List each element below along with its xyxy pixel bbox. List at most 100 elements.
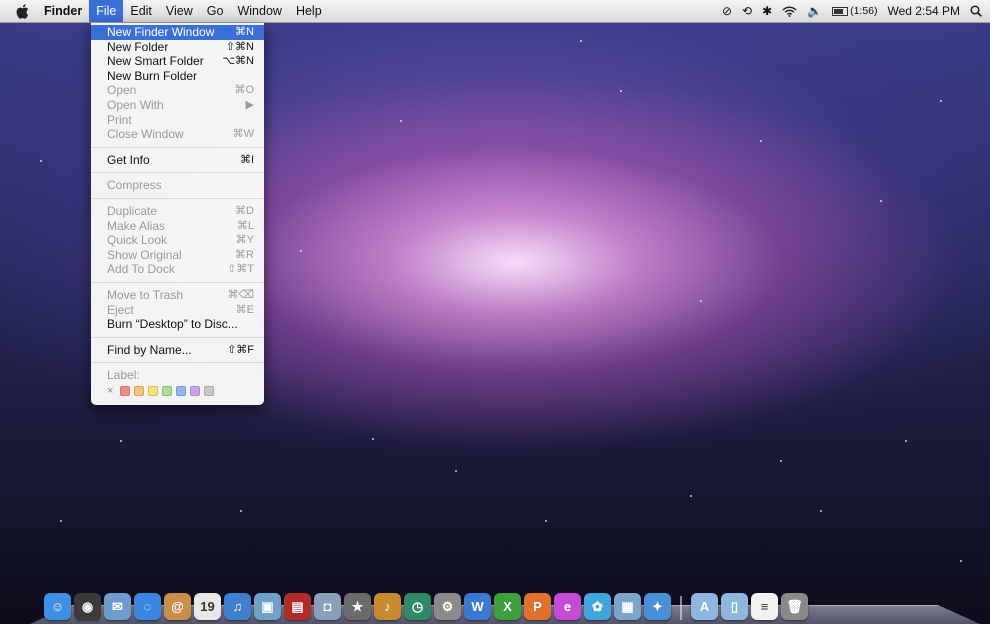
battery-icon (832, 6, 849, 16)
menu-item-shortcut: ⌘L (236, 219, 254, 232)
ical-icon[interactable]: 19 (194, 593, 221, 620)
menu-separator (91, 362, 264, 364)
menu-item-label: Get Info (107, 152, 150, 167)
menu-item-new-finder-window[interactable]: New Finder Window ⌘N (91, 25, 264, 40)
menu-item-label: Eject (107, 302, 134, 317)
clock-sync-icon[interactable]: ⊘ (722, 4, 732, 18)
label-swatch-blue[interactable] (176, 385, 187, 396)
menu-item-shortcut: ⌘E (235, 303, 254, 316)
ichat-icon[interactable]: ◌ (134, 593, 161, 620)
app-menu-finder[interactable]: Finder (40, 0, 89, 22)
documents-folder-icon[interactable]: ▯ (721, 593, 748, 620)
menu-item-label: Label: (107, 368, 140, 383)
menu-item-label: New Folder (107, 39, 169, 54)
menu-separator (91, 336, 264, 338)
menu-item-label: Add To Dock (107, 262, 175, 277)
time-machine-icon[interactable]: ⟲ (742, 4, 752, 18)
menu-window[interactable]: Window (230, 0, 288, 22)
menu-item-new-smart-folder[interactable]: New Smart Folder ⌥⌘N (91, 54, 264, 69)
menu-help[interactable]: Help (289, 0, 329, 22)
menu-item-shortcut: ⌘I (239, 153, 254, 166)
powerpoint-icon[interactable]: P (524, 593, 551, 620)
menu-item-add-to-dock: Add To Dock ⇧⌘T (91, 262, 264, 277)
label-swatch-orange[interactable] (134, 385, 145, 396)
menu-item-compress: Compress (91, 178, 264, 193)
menu-item-label: Close Window (107, 127, 184, 142)
menu-item-shortcut: ⇧⌘T (227, 263, 254, 276)
applications-folder-icon[interactable]: A (691, 593, 718, 620)
time-machine-icon[interactable]: ◷ (404, 593, 431, 620)
menu-item-shortcut: ⌘R (235, 248, 254, 261)
iphoto-icon[interactable]: ▣ (254, 593, 281, 620)
dock: ☺ ◉ ✉ ◌ @19 ♫ ▣ ▤ ◘ ★ ♪ ◷ ⚙ W X Pe ✿ ▦ ✦ A ▯ ≡ 🗑 (44, 593, 808, 620)
menu-item-close-window: Close Window ⌘W (91, 127, 264, 142)
trash-icon[interactable]: 🗑 (781, 593, 808, 620)
spotlight-search-icon[interactable] (970, 5, 982, 17)
menu-item-find-by-name[interactable]: Find by Name... ⇧⌘F (91, 343, 264, 358)
menu-item-label: Show Original (107, 247, 182, 262)
menu-item-shortcut: ⌘O (234, 84, 254, 97)
label-swatch-purple[interactable] (190, 385, 201, 396)
volume-icon[interactable]: 🔈 (807, 4, 822, 18)
menu-item-quick-look: Quick Look ⌘Y (91, 233, 264, 248)
mail-icon[interactable]: ✉ (104, 593, 131, 620)
menu-item-label: Print (107, 112, 132, 127)
menu-item-label: Move to Trash (107, 287, 184, 302)
file-menu-dropdown: New Finder Window ⌘N New Folder ⇧⌘N New Sm… (91, 23, 264, 405)
label-swatch-red[interactable] (120, 385, 131, 396)
menubar-clock[interactable]: Wed 2:54 PM (888, 4, 960, 18)
label-swatch-yellow[interactable] (148, 385, 159, 396)
bluetooth-icon[interactable]: ✱ (762, 4, 772, 18)
imovie-icon[interactable]: ★ (344, 593, 371, 620)
menu-separator (91, 281, 264, 283)
menu-file[interactable]: File (89, 0, 124, 22)
menu-item-get-info[interactable]: Get Info ⌘I (91, 153, 264, 168)
menu-item-new-burn-folder[interactable]: New Burn Folder (91, 69, 264, 84)
menu-item-open: Open ⌘O (91, 83, 264, 98)
word-icon[interactable]: W (464, 593, 491, 620)
finder-icon[interactable]: ☺ (44, 593, 71, 620)
system-preferences-icon[interactable]: ⚙ (434, 593, 461, 620)
docx-file-icon[interactable]: ≡ (751, 593, 778, 620)
menu-item-label: Compress (107, 178, 162, 193)
image-capture-icon[interactable]: ◘ (314, 593, 341, 620)
menu-item-shortcut: ⌘Y (235, 234, 254, 247)
menu-separator (91, 146, 264, 148)
apple-menu-icon[interactable] (14, 3, 30, 19)
label-swatch-gray[interactable] (204, 385, 215, 396)
menu-item-new-folder[interactable]: New Folder ⇧⌘N (91, 40, 264, 55)
battery-time: (1:56) (850, 5, 878, 17)
menu-item-label: Open (107, 83, 137, 98)
project-gallery-icon[interactable]: ▦ (614, 593, 641, 620)
menu-item-burn-desktop[interactable]: Burn “Desktop” to Disc... (91, 317, 264, 332)
menu-item-make-alias: Make Alias ⌘L (91, 219, 264, 234)
battery-indicator[interactable]: (1:56) (832, 5, 878, 17)
label-swatch-green[interactable] (162, 385, 173, 396)
address-book-icon[interactable]: @ (164, 593, 191, 620)
label-color-picker: × (91, 383, 264, 399)
menu-item-label: Open With (107, 97, 164, 112)
menu-item-shortcut: ⌥⌘N (222, 55, 254, 68)
messenger-icon[interactable]: ✿ (584, 593, 611, 620)
menu-item-print: Print (91, 113, 264, 128)
menu-item-duplicate: Duplicate ⌘D (91, 204, 264, 219)
menu-item-label: Find by Name... (107, 342, 192, 357)
menu-item-label: Make Alias (107, 218, 166, 233)
submenu-arrow-icon: ▶ (245, 98, 254, 111)
dashboard-icon[interactable]: ◉ (74, 593, 101, 620)
label-none-icon[interactable]: × (107, 385, 113, 397)
garageband-icon[interactable]: ♪ (374, 593, 401, 620)
menu-item-label: Duplicate (107, 203, 158, 218)
itunes-icon[interactable]: ♫ (224, 593, 251, 620)
entourage-icon[interactable]: e (554, 593, 581, 620)
menu-bar: Finder File Edit View Go Window Help ⊘ ⟲… (0, 0, 990, 23)
excel-icon[interactable]: X (494, 593, 521, 620)
menu-edit[interactable]: Edit (123, 0, 159, 22)
photo-booth-icon[interactable]: ▤ (284, 593, 311, 620)
safari-icon[interactable]: ✦ (644, 593, 671, 620)
wifi-icon[interactable] (782, 5, 797, 17)
menu-item-shortcut: ⇧⌘N (225, 40, 254, 53)
menu-separator (91, 172, 264, 174)
menu-view[interactable]: View (159, 0, 200, 22)
menu-go[interactable]: Go (200, 0, 231, 22)
